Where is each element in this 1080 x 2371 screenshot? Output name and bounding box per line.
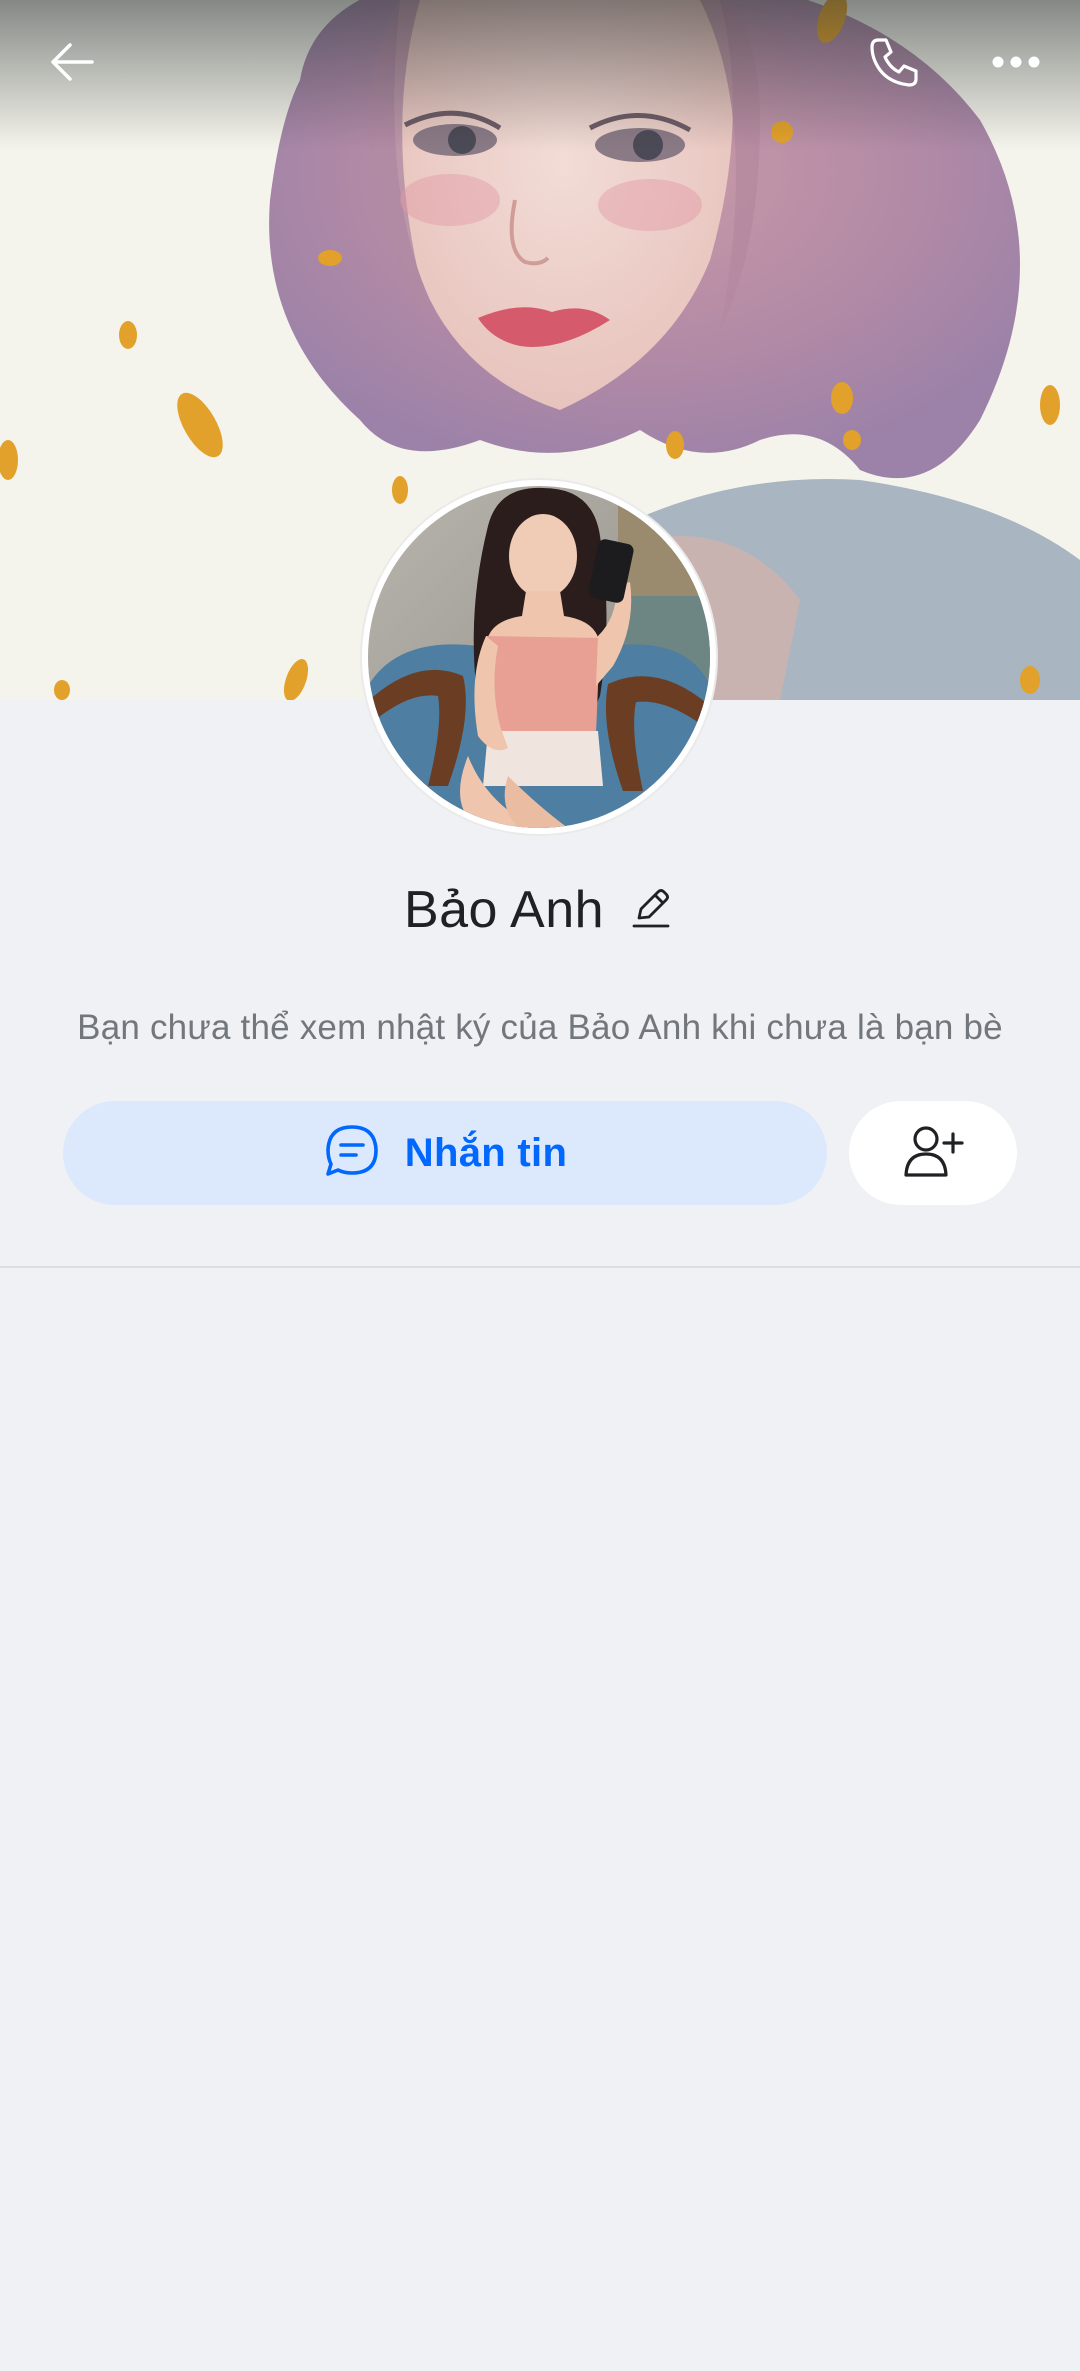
pencil-icon [631,886,671,935]
message-button-label: Nhắn tin [404,1130,568,1175]
more-button[interactable] [974,22,1058,106]
phone-icon [866,34,922,95]
call-button[interactable] [852,22,936,106]
chat-bubble-icon [323,1122,381,1185]
add-friend-button[interactable] [849,1101,1017,1205]
diary-locked-notice: Bạn chưa thể xem nhật ký của Bảo Anh khi… [77,1008,1003,1047]
more-dots-icon [990,52,1042,77]
profile-name: Bảo Anh [403,881,605,939]
avatar[interactable] [362,480,716,834]
arrow-left-icon [46,36,98,93]
avatar-photo [368,486,710,828]
add-friend-icon [902,1122,964,1185]
name-row: Bảo Anh [0,870,1080,950]
profile-screen: Bảo Anh Bạn chưa thể xem nhật ký của Bảo… [0,0,1080,2371]
section-divider [0,1266,1080,1268]
back-button[interactable] [30,22,114,106]
message-button[interactable]: Nhắn tin [63,1101,827,1205]
edit-name-button[interactable] [626,885,676,935]
